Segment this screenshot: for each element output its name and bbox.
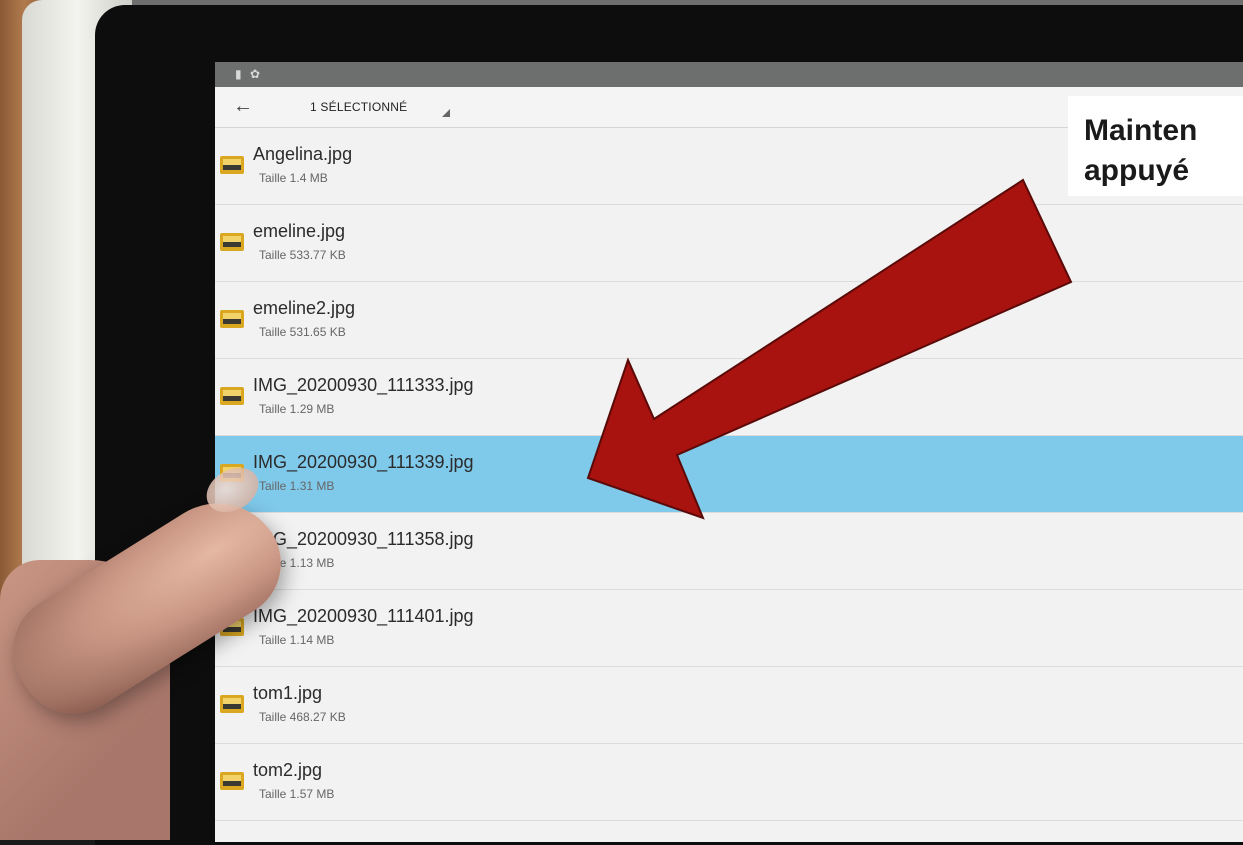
annotation-callout: Mainten appuyé bbox=[1068, 96, 1243, 196]
callout-text-line2: appuyé bbox=[1084, 154, 1190, 187]
annotation-arrow bbox=[586, 178, 1073, 520]
arrow-shape bbox=[586, 178, 1073, 520]
callout-text-line1: Mainten bbox=[1084, 114, 1198, 147]
